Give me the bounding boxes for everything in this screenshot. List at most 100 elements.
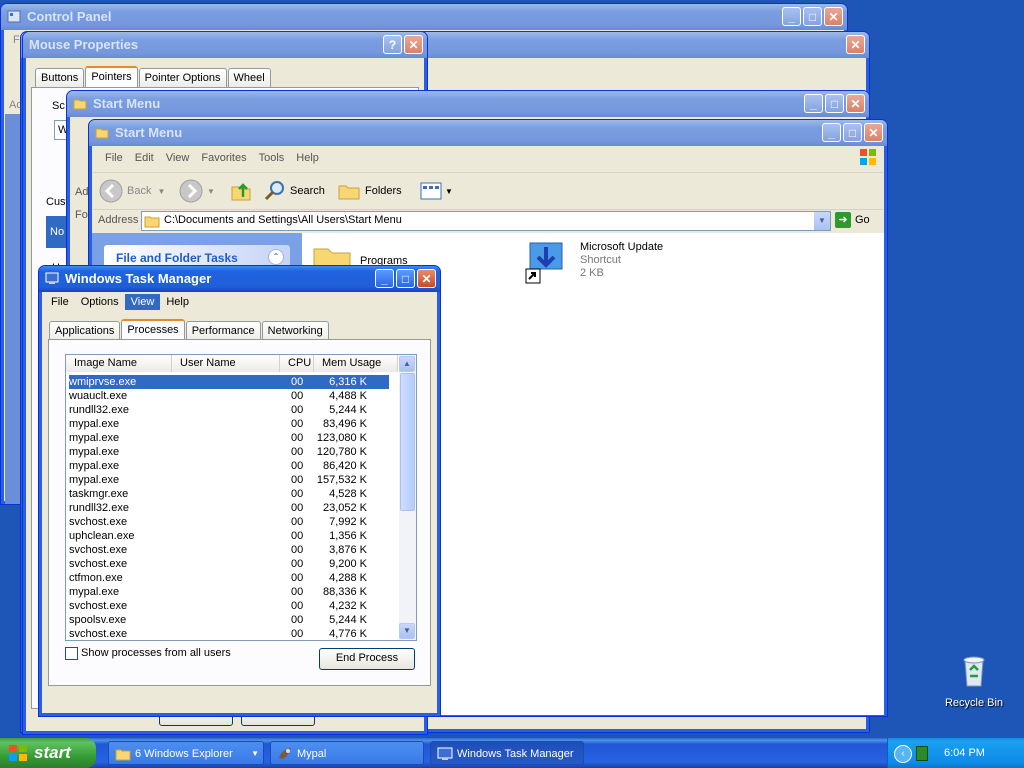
- column-image-name[interactable]: Image Name: [66, 355, 172, 372]
- table-row[interactable]: mypal.exe 00 157,532 K: [69, 473, 389, 487]
- process-mem-usage: 157,532 K: [316, 474, 367, 486]
- menu-options[interactable]: Options: [75, 294, 125, 310]
- tray-expand-icon[interactable]: ‹: [894, 745, 912, 763]
- minimize-button[interactable]: _: [822, 123, 841, 142]
- show-all-users-checkbox[interactable]: [65, 647, 78, 660]
- table-row[interactable]: uphclean.exe 00 1,356 K: [69, 529, 389, 543]
- help-button[interactable]: ?: [383, 35, 402, 54]
- process-list-scrollbar[interactable]: ▲ ▼: [399, 355, 416, 640]
- table-row[interactable]: rundll32.exe 00 23,052 K: [69, 501, 389, 515]
- process-cpu: 00: [291, 446, 304, 458]
- process-mem-usage: 3,876 K: [329, 544, 367, 556]
- menu-file[interactable]: File: [99, 150, 129, 166]
- tab-pointer-options[interactable]: Pointer Options: [138, 68, 227, 88]
- forward-dropdown-icon[interactable]: ▼: [207, 187, 215, 196]
- address-dropdown-icon[interactable]: ▼: [814, 212, 830, 230]
- control-panel-titlebar[interactable]: Control Panel _ □ ✕: [1, 4, 847, 30]
- tab-wheel[interactable]: Wheel: [227, 68, 271, 88]
- table-row[interactable]: mypal.exe 00 120,780 K: [69, 445, 389, 459]
- close-button[interactable]: ✕: [824, 7, 843, 26]
- folder-icon: [144, 216, 160, 228]
- table-row[interactable]: ctfmon.exe 00 4,288 K: [69, 571, 389, 585]
- close-button[interactable]: ✕: [846, 35, 865, 54]
- menu-view[interactable]: View: [124, 294, 161, 310]
- column-mem-usage[interactable]: Mem Usage: [314, 355, 398, 372]
- views-button[interactable]: ▼: [419, 179, 453, 203]
- close-button[interactable]: ✕: [846, 94, 865, 113]
- table-row[interactable]: wuauclt.exe 00 4,488 K: [69, 389, 389, 403]
- process-list[interactable]: Image Name User Name CPU Mem Usage wmipr…: [65, 354, 417, 641]
- maximize-button[interactable]: □: [825, 94, 844, 113]
- taskbar-item-mypal[interactable]: Mypal: [270, 741, 424, 765]
- forward-button[interactable]: ▼: [179, 179, 215, 203]
- start-button[interactable]: start: [0, 738, 96, 768]
- recycle-bin[interactable]: Recycle Bin: [940, 654, 1008, 709]
- collapse-chevron-icon[interactable]: ⌃: [268, 249, 284, 265]
- microsoft-update-name: Microsoft Update: [580, 241, 664, 253]
- scroll-thumb[interactable]: [400, 373, 415, 511]
- maximize-button[interactable]: □: [803, 7, 822, 26]
- process-mem-usage: 4,232 K: [329, 600, 367, 612]
- taskbar-item-label: Windows Task Manager: [457, 748, 574, 760]
- close-button[interactable]: ✕: [864, 123, 883, 142]
- address-value: C:\Documents and Settings\All Users\Star…: [164, 214, 402, 226]
- explorer-titlebar[interactable]: Start Menu _ □ ✕: [89, 120, 887, 146]
- minimize-button[interactable]: _: [804, 94, 823, 113]
- table-row[interactable]: mypal.exe 00 88,336 K: [69, 585, 389, 599]
- close-button[interactable]: ✕: [404, 35, 423, 54]
- back-dropdown-icon[interactable]: ▼: [157, 187, 165, 196]
- close-button[interactable]: ✕: [417, 269, 436, 288]
- folders-button[interactable]: Folders: [337, 179, 402, 203]
- taskbar-item-task-manager[interactable]: Windows Task Manager: [430, 741, 584, 765]
- table-row[interactable]: svchost.exe 00 4,232 K: [69, 599, 389, 613]
- tab-pointers[interactable]: Pointers: [85, 66, 138, 89]
- end-process-button[interactable]: End Process: [319, 648, 415, 670]
- taskbar-item-windows-explorer[interactable]: 6 Windows Explorer ▼: [108, 741, 264, 765]
- table-row[interactable]: wmiprvse.exe 00 6,316 K: [69, 375, 389, 389]
- task-manager-titlebar[interactable]: Windows Task Manager _ □ ✕: [39, 266, 440, 292]
- tab-networking[interactable]: Networking: [261, 321, 329, 341]
- menu-view[interactable]: View: [160, 150, 196, 166]
- process-name: mypal.exe: [69, 432, 120, 444]
- folder-icon: [95, 128, 109, 139]
- clock[interactable]: 6:04 PM: [944, 738, 985, 768]
- table-row[interactable]: mypal.exe 00 86,420 K: [69, 459, 389, 473]
- search-button[interactable]: Search: [263, 179, 325, 203]
- table-row[interactable]: taskmgr.exe 00 4,528 K: [69, 487, 389, 501]
- table-row[interactable]: spoolsv.exe 00 5,244 K: [69, 613, 389, 627]
- table-row[interactable]: svchost.exe 00 4,776 K: [69, 627, 389, 640]
- back-button[interactable]: Back ▼: [99, 179, 165, 203]
- menu-tools[interactable]: Tools: [253, 150, 291, 166]
- go-button[interactable]: ➜ Go: [835, 211, 870, 229]
- minimize-button[interactable]: _: [375, 269, 394, 288]
- go-label: Go: [855, 214, 870, 226]
- tab-performance[interactable]: Performance: [185, 321, 261, 341]
- column-cpu[interactable]: CPU: [280, 355, 314, 372]
- task-manager-window: Windows Task Manager _ □ ✕ File Options …: [38, 265, 441, 717]
- address-input[interactable]: C:\Documents and Settings\All Users\Star…: [141, 211, 831, 231]
- start-menu-back-titlebar[interactable]: Start Menu _ □ ✕: [67, 91, 869, 117]
- tab-buttons[interactable]: Buttons: [35, 68, 85, 88]
- maximize-button[interactable]: □: [396, 269, 415, 288]
- tab-applications[interactable]: Applications: [49, 321, 121, 341]
- table-row[interactable]: rundll32.exe 00 5,244 K: [69, 403, 389, 417]
- menu-help[interactable]: Help: [160, 294, 195, 310]
- menu-edit[interactable]: Edit: [129, 150, 160, 166]
- table-row[interactable]: mypal.exe 00 83,496 K: [69, 417, 389, 431]
- table-row[interactable]: svchost.exe 00 9,200 K: [69, 557, 389, 571]
- microsoft-update-item[interactable]: Microsoft Update Shortcut 2 KB: [524, 239, 724, 289]
- column-user-name[interactable]: User Name: [172, 355, 280, 372]
- table-row[interactable]: mypal.exe 00 123,080 K: [69, 431, 389, 445]
- table-row[interactable]: svchost.exe 00 7,992 K: [69, 515, 389, 529]
- table-row[interactable]: svchost.exe 00 3,876 K: [69, 543, 389, 557]
- scroll-up-button[interactable]: ▲: [399, 356, 415, 372]
- maximize-button[interactable]: □: [843, 123, 862, 142]
- menu-help[interactable]: Help: [290, 150, 325, 166]
- up-folder-button[interactable]: [229, 179, 253, 206]
- network-icon[interactable]: [916, 746, 928, 761]
- minimize-button[interactable]: _: [782, 7, 801, 26]
- menu-favorites[interactable]: Favorites: [195, 150, 252, 166]
- scroll-down-button[interactable]: ▼: [399, 623, 415, 639]
- mouse-properties-titlebar[interactable]: Mouse Properties ? ✕: [23, 32, 427, 58]
- menu-file[interactable]: File: [45, 294, 75, 310]
